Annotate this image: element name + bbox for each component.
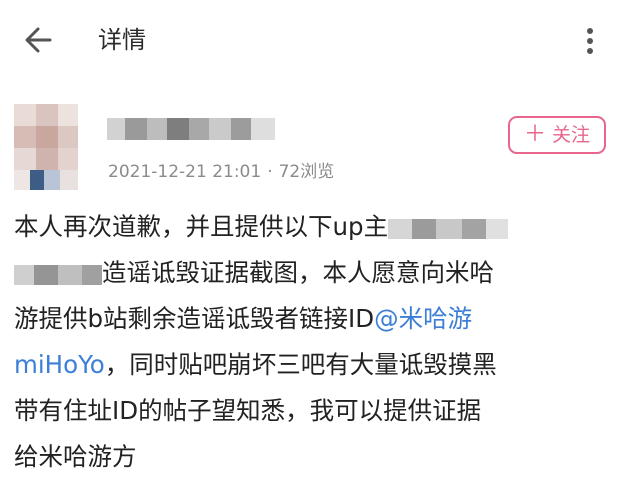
avatar[interactable] xyxy=(14,104,78,190)
body-text-3: 游提供b站剩余造谣诋毁者链接ID xyxy=(14,304,375,333)
obscured-username-inline-2 xyxy=(14,251,102,297)
obscured-username-inline xyxy=(388,205,509,251)
plus-icon: ＋ xyxy=(523,122,546,147)
top-bar: 详情 xyxy=(0,0,617,80)
username-obscured[interactable] xyxy=(107,118,277,146)
page-title: 详情 xyxy=(98,26,146,54)
post-datetime: 2021-12-21 21:01 xyxy=(108,162,262,182)
follow-button[interactable]: ＋ 关注 xyxy=(508,116,606,154)
post-meta: 2021-12-21 21:01 · 72浏览 xyxy=(108,160,334,184)
meta-separator: · xyxy=(267,162,273,182)
body-text-2: 造谣诋毁证据截图，本人愿意向米哈 xyxy=(102,258,494,287)
body-line-3: 游提供b站剩余造谣诋毁者链接ID@米哈游 xyxy=(14,296,472,342)
more-vertical-icon xyxy=(587,28,593,34)
body-text-4: ，同时贴吧崩坏三吧有大量诋毁摸黑 xyxy=(104,350,497,379)
body-text-1: 本人再次道歉，并且提供以下up主 xyxy=(14,212,389,241)
body-line-6: 给米哈游方 xyxy=(14,434,137,480)
arrow-left-icon xyxy=(25,27,52,53)
body-line-2: 造谣诋毁证据截图，本人愿意向米哈 xyxy=(14,250,494,296)
more-button[interactable] xyxy=(578,20,602,60)
back-button[interactable] xyxy=(20,22,60,58)
body-text-6: 给米哈游方 xyxy=(14,442,137,471)
mention-link-continued[interactable]: miHoYo xyxy=(14,350,105,379)
body-line-4: miHoYo，同时贴吧崩坏三吧有大量诋毁摸黑 xyxy=(14,342,497,388)
body-text-5: 带有住址ID的帖子望知悉，我可以提供证据 xyxy=(14,396,482,425)
follow-label: 关注 xyxy=(552,124,591,146)
mention-link[interactable]: @米哈游 xyxy=(374,304,472,333)
body-line-1: 本人再次道歉，并且提供以下up主 xyxy=(14,204,509,251)
view-count: 72浏览 xyxy=(278,162,335,182)
body-line-5: 带有住址ID的帖子望知悉，我可以提供证据 xyxy=(14,388,481,434)
